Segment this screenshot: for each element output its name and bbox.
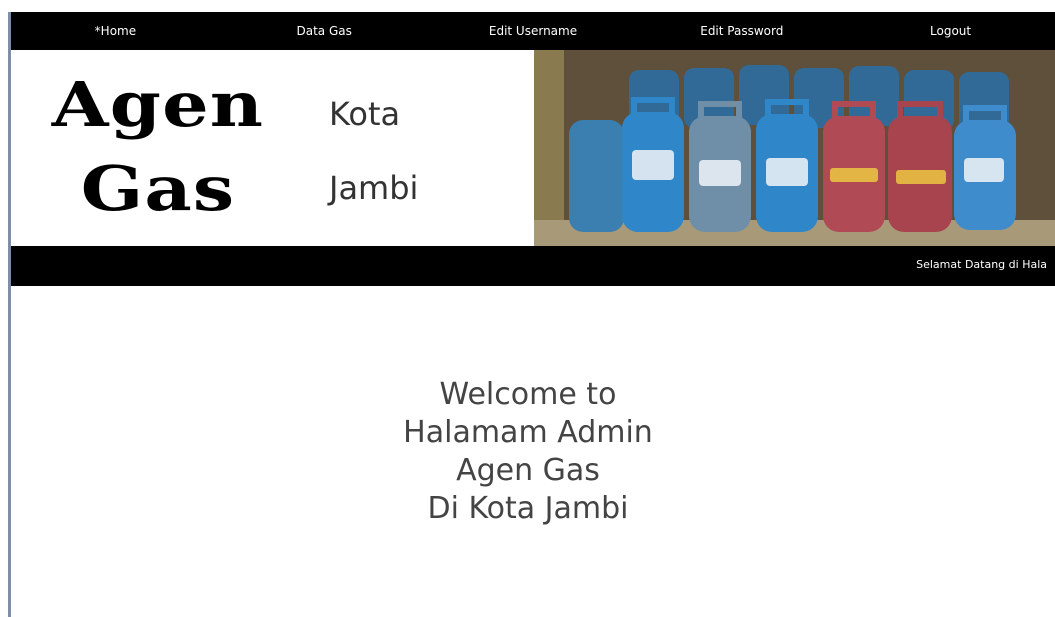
main-content: Welcome to Halamam Admin Agen Gas Di Kot… <box>11 286 1055 617</box>
nav-home-link[interactable]: *Home <box>11 24 220 38</box>
top-nav: *Home Data Gas Edit Username Edit Passwo… <box>11 12 1055 50</box>
logo-word-gas: Gas <box>80 152 236 225</box>
welcome-line: Halamam Admin <box>403 415 653 450</box>
marquee-text: Selamat Datang di Hala <box>916 258 1047 271</box>
nav-data-gas-link[interactable]: Data Gas <box>220 24 429 38</box>
nav-edit-username-link[interactable]: Edit Username <box>429 24 638 38</box>
logo-word-agen: Agen <box>51 68 265 141</box>
gas-cylinders-photo <box>534 50 1055 246</box>
welcome-line: Welcome to <box>439 377 617 412</box>
city-word-kota: Kota <box>329 95 401 133</box>
nav-logout-link[interactable]: Logout <box>846 24 1055 38</box>
page: *Home Data Gas Edit Username Edit Passwo… <box>11 12 1055 617</box>
nav-edit-password-link[interactable]: Edit Password <box>637 24 846 38</box>
welcome-line: Agen Gas <box>456 453 600 488</box>
city-word-jambi: Jambi <box>329 169 419 207</box>
site-header: Agen Gas Kota Jambi <box>11 50 1055 246</box>
welcome-line: Di Kota Jambi <box>427 491 629 526</box>
welcome-message: Welcome to Halamam Admin Agen Gas Di Kot… <box>11 376 1045 528</box>
marquee-bar: Selamat Datang di Hala <box>11 246 1055 286</box>
